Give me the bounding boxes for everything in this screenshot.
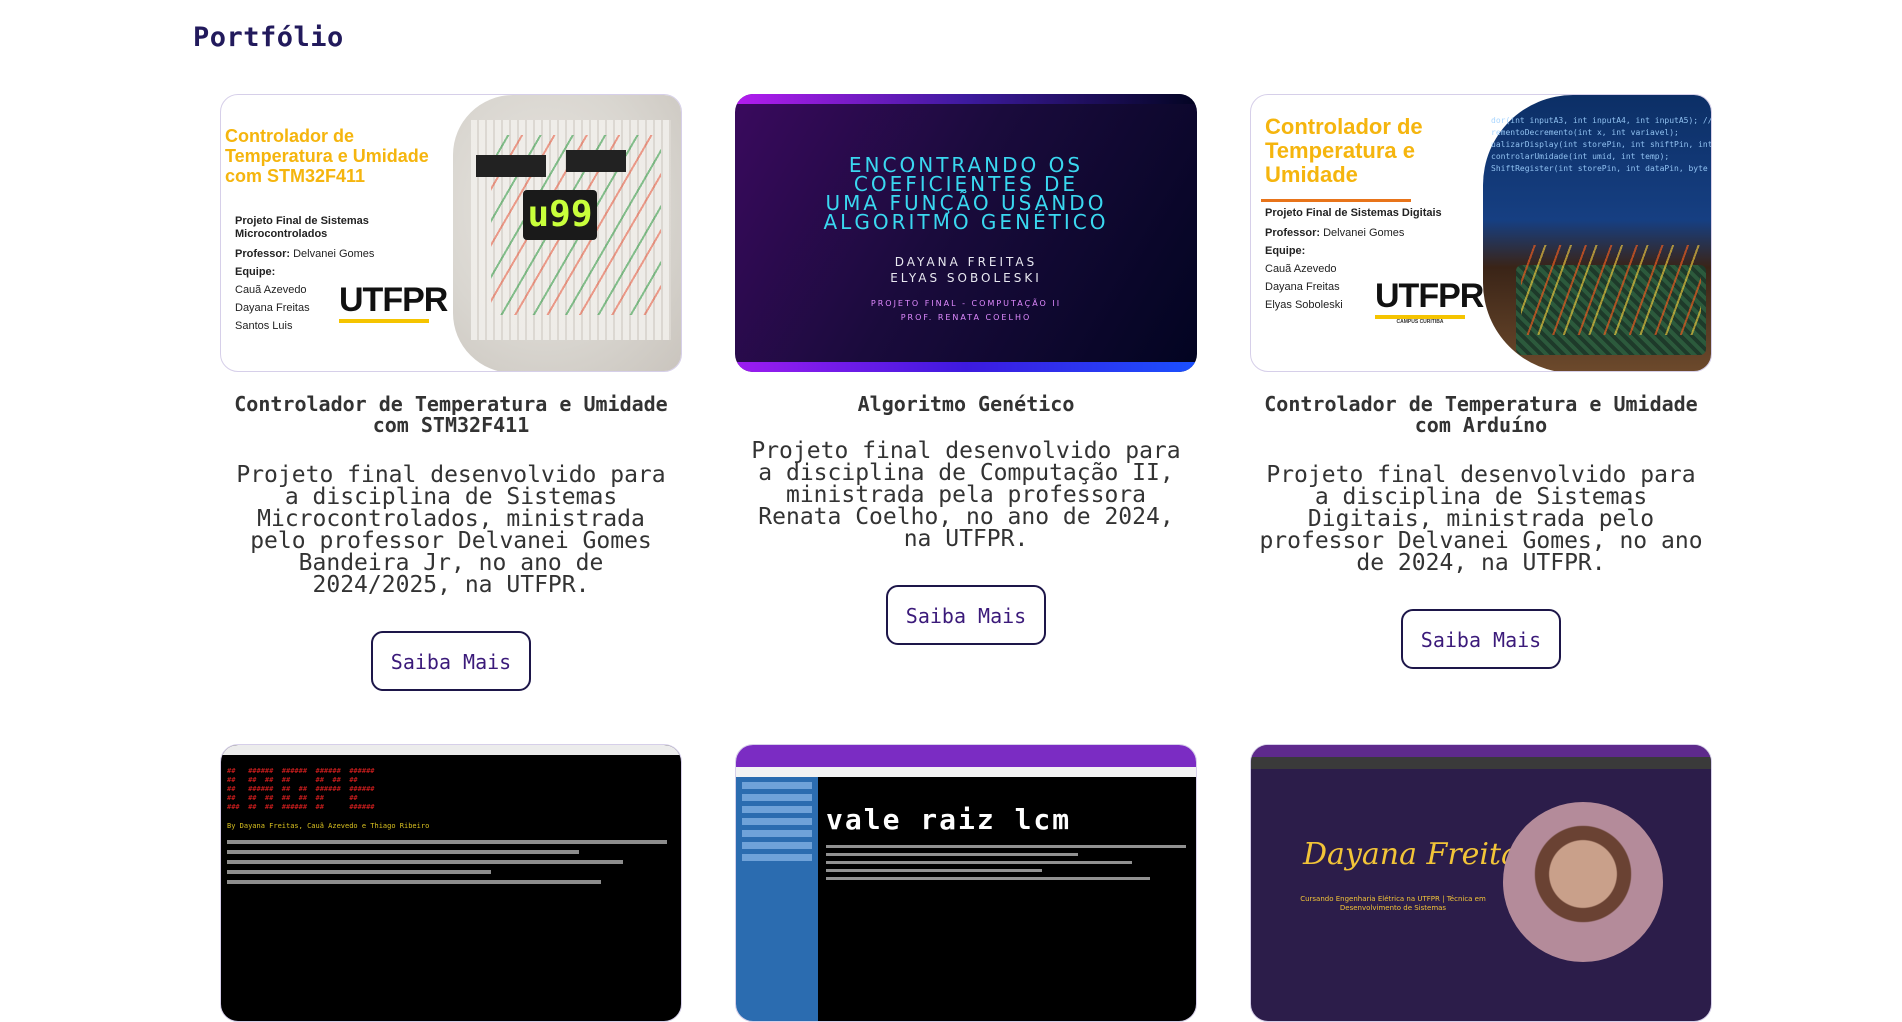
terminal-ascii-art: ## ###### ###### ###### ###### ## ## ## … [227,767,375,811]
browser-toolbar [736,745,1196,767]
window-titlebar [221,745,681,755]
card-title: Controlador de Temperatura e Umidade com… [234,392,668,437]
project-thumbnail[interactable]: ## ###### ###### ###### ###### ## ## ## … [220,744,682,1022]
project-thumbnail[interactable]: dor(int inputA3, int inputA4, int inputA… [1250,94,1712,372]
page-title: Portfólio [193,22,344,53]
thumb-project-label: Projeto Final de Sistemas Microcontrolad… [235,215,369,240]
portfolio-card: Dayana Freitas Cursando Engenharia Elétr… [1250,744,1712,1022]
portfolio-card: u99 Controlador de Temperatura e Umidade… [220,94,682,691]
terminal-banner: vale raiz lcm [826,803,1072,836]
saiba-mais-button[interactable]: Saiba Mais [371,631,531,691]
utfpr-logo: UTFPR CAMPUS CURITIBA [1375,277,1484,325]
card-description: Projeto final desenvolvido para a discip… [1259,462,1703,576]
portfolio-card: dor(int inputA3, int inputA4, int inputA… [1250,94,1712,669]
thumb-heading: Controlador de Temperatura e Umidade [1265,114,1423,188]
thumb-project-info: PROJETO FINAL - COMPUTAÇÃO II PROF. RENA… [870,299,1062,322]
utfpr-logo: UTFPR [339,283,448,323]
thumb-authors: DAYANA FREITAS ELYAS SOBOLESKI [890,255,1042,285]
thumb-heading: ENCONTRANDO OS COEFICIENTES DE UMA FUNÇÃ… [823,153,1109,234]
card-description: Projeto final desenvolvido para a discip… [751,438,1181,552]
thumb-project-label: Projeto Final de Sistemas Digitais [1265,207,1442,219]
portfolio-card: ENCONTRANDO OS COEFICIENTES DE UMA FUNÇÃ… [735,94,1197,645]
portfolio-card: vale raiz lcm [735,744,1197,1022]
thumb-heading: Controlador de Temperatura e Umidade com… [225,126,429,186]
app-sidebar [736,777,818,1021]
portfolio-card: ## ###### ###### ###### ###### ## ## ## … [220,744,682,1022]
site-name: Dayana Freitas [1303,837,1535,872]
project-thumbnail[interactable]: ENCONTRANDO OS COEFICIENTES DE UMA FUNÇÃ… [735,94,1197,372]
code-screen: dor(int inputA3, int inputA4, int inputA… [1491,116,1711,173]
seven-segment-display: u99 [523,190,597,240]
card-title: Algoritmo Genético [857,392,1075,416]
card-description: Projeto final desenvolvido para a discip… [236,462,666,598]
project-thumbnail[interactable]: u99 Controlador de Temperatura e Umidade… [220,94,682,372]
site-subtitle: Cursando Engenharia Elétrica na UTFPR | … [1300,895,1486,912]
saiba-mais-button[interactable]: Saiba Mais [1401,609,1561,669]
card-title: Controlador de Temperatura e Umidade com… [1264,392,1698,437]
saiba-mais-button[interactable]: Saiba Mais [886,585,1046,645]
project-thumbnail[interactable]: Dayana Freitas Cursando Engenharia Elétr… [1250,744,1712,1022]
project-thumbnail[interactable]: vale raiz lcm [735,744,1197,1022]
avatar [1503,802,1663,962]
